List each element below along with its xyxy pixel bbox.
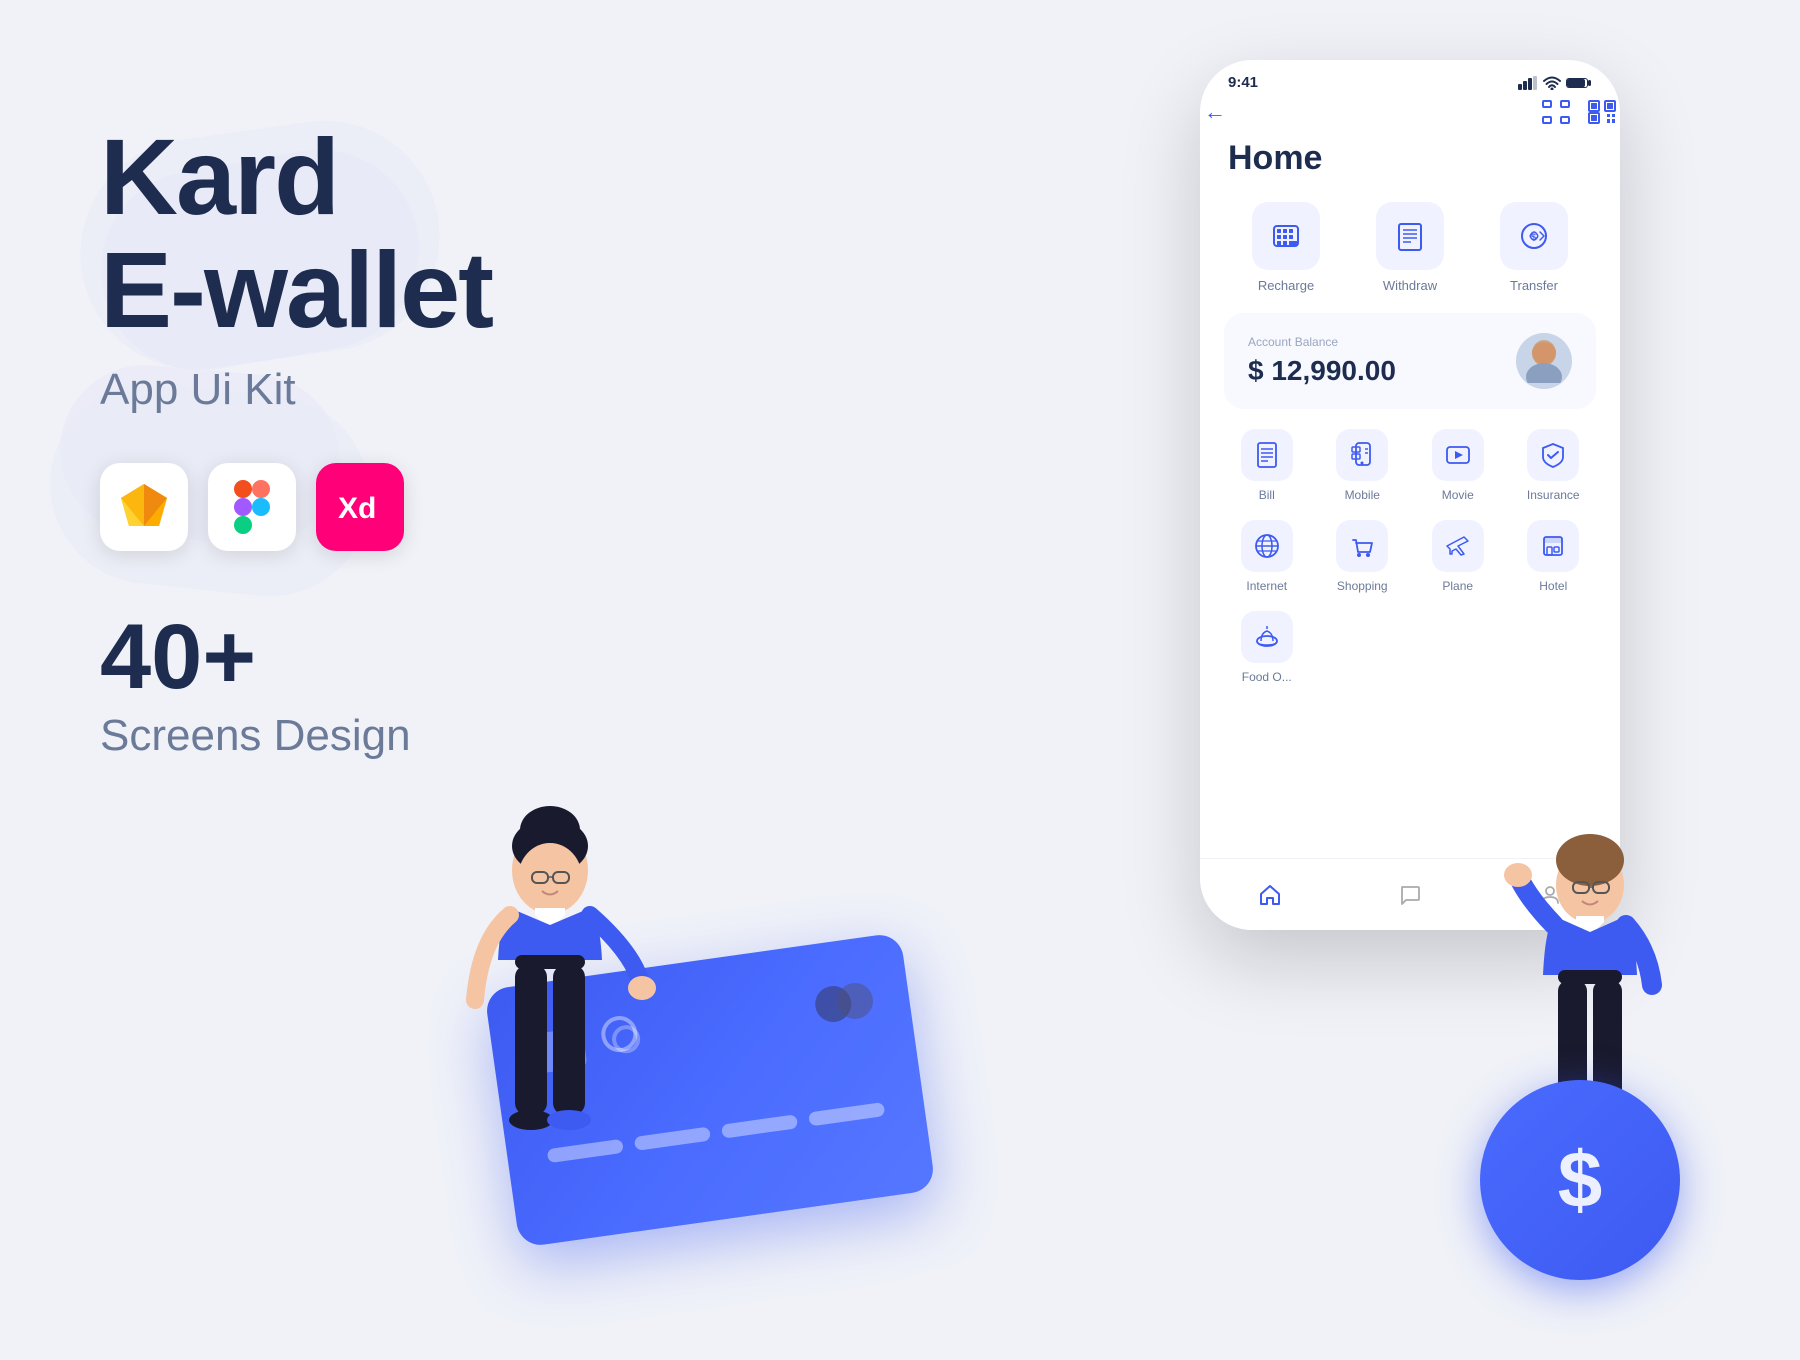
woman-figure: [420, 800, 680, 1300]
user-avatar: [1516, 333, 1572, 389]
movie-icon-box: [1432, 429, 1484, 481]
hotel-label: Hotel: [1539, 579, 1567, 593]
shopping-icon-box: [1336, 520, 1388, 572]
xd-icon-box: Xd: [316, 463, 404, 551]
mobile-label: Mobile: [1345, 488, 1380, 502]
nav-home[interactable]: [1258, 883, 1282, 907]
status-time: 9:41: [1228, 74, 1258, 91]
qr-icon[interactable]: [1588, 100, 1616, 124]
balance-card: Account Balance $ 12,990.00: [1224, 313, 1596, 409]
svg-text:$: $: [1531, 232, 1536, 242]
movie-label: Movie: [1442, 488, 1474, 502]
screens-label: Screens Design: [100, 711, 720, 761]
mobile-icon-box: [1336, 429, 1388, 481]
card-number-group-3: [721, 1114, 798, 1138]
service-hotel[interactable]: Hotel: [1511, 520, 1597, 593]
food-icon: [1253, 623, 1281, 651]
figma-icon-box: [208, 463, 296, 551]
food-icon-box: [1241, 611, 1293, 663]
signal-icon: [1518, 76, 1538, 90]
plane-icon: [1444, 532, 1472, 560]
service-bill[interactable]: Bill: [1224, 429, 1310, 502]
transfer-icon: $: [1518, 220, 1550, 252]
nav-row: ←: [1200, 99, 1620, 125]
withdraw-icon: [1394, 220, 1426, 252]
plane-icon-box: [1432, 520, 1484, 572]
shopping-icon: [1348, 532, 1376, 560]
scan-icon[interactable]: [1542, 100, 1570, 124]
dollar-sign: $: [1558, 1134, 1603, 1226]
movie-icon: [1444, 441, 1472, 469]
recharge-icon-box: [1252, 202, 1320, 270]
service-plane[interactable]: Plane: [1415, 520, 1501, 593]
brand-title: Kard E-wallet: [100, 120, 720, 347]
figma-icon: [234, 480, 270, 534]
insurance-icon-box: [1527, 429, 1579, 481]
withdraw-icon-box: [1376, 202, 1444, 270]
figure-left: [420, 800, 680, 1300]
recharge-label: Recharge: [1258, 278, 1314, 293]
nav-home-icon: [1258, 883, 1282, 907]
bill-label: Bill: [1259, 488, 1275, 502]
tool-icons-row: Xd: [100, 463, 720, 551]
screens-count: 40+: [100, 611, 720, 703]
service-internet[interactable]: Internet: [1224, 520, 1310, 593]
app-subtitle: App Ui Kit: [100, 365, 720, 415]
transfer-icon-box: $: [1500, 202, 1568, 270]
action-transfer[interactable]: $ Transfer: [1500, 202, 1568, 293]
hotel-icon: [1539, 532, 1567, 560]
food-label: Food O...: [1242, 670, 1292, 684]
internet-icon-box: [1241, 520, 1293, 572]
hotel-icon-box: [1527, 520, 1579, 572]
nav-chat[interactable]: [1398, 883, 1422, 907]
bill-icon-box: [1241, 429, 1293, 481]
balance-label: Account Balance: [1248, 335, 1396, 349]
nav-right-icons: [1542, 100, 1616, 124]
action-recharge[interactable]: Recharge: [1252, 202, 1320, 293]
brand-line2: E-wallet: [100, 233, 720, 346]
quick-actions: Recharge Withdraw: [1224, 202, 1596, 293]
back-arrow-icon[interactable]: ←: [1204, 99, 1226, 125]
sketch-icon-box: [100, 463, 188, 551]
nav-chat-icon: [1398, 883, 1422, 907]
service-insurance[interactable]: Insurance: [1511, 429, 1597, 502]
svg-text:Xd: Xd: [338, 492, 376, 525]
services-grid: Bill Mobile: [1224, 429, 1596, 684]
battery-icon: [1566, 76, 1592, 90]
home-section: Home: [1200, 139, 1620, 684]
plane-label: Plane: [1442, 579, 1473, 593]
avatar-image: [1524, 339, 1564, 383]
card-number-group-4: [808, 1102, 885, 1126]
balance-amount: $ 12,990.00: [1248, 355, 1396, 387]
withdraw-label: Withdraw: [1383, 278, 1437, 293]
insurance-label: Insurance: [1527, 488, 1580, 502]
service-mobile[interactable]: Mobile: [1320, 429, 1406, 502]
service-shopping[interactable]: Shopping: [1320, 520, 1406, 593]
wifi-icon: [1543, 76, 1561, 90]
recharge-icon: [1270, 220, 1302, 252]
home-title: Home: [1224, 139, 1596, 178]
left-panel: Kard E-wallet App Ui Kit: [100, 120, 720, 761]
phone-mockup: 9:41: [1200, 60, 1620, 930]
dollar-coin: $: [1480, 1080, 1680, 1280]
shopping-label: Shopping: [1337, 579, 1388, 593]
brand-line1: Kard: [100, 120, 720, 233]
status-icons: [1518, 76, 1592, 90]
service-food[interactable]: Food O...: [1224, 611, 1310, 684]
balance-info: Account Balance $ 12,990.00: [1248, 335, 1396, 387]
service-movie[interactable]: Movie: [1415, 429, 1501, 502]
transfer-label: Transfer: [1510, 278, 1558, 293]
sketch-icon: [117, 480, 171, 534]
status-bar: 9:41: [1200, 60, 1620, 99]
phone-frame: 9:41: [1200, 60, 1620, 930]
bill-icon: [1253, 441, 1281, 469]
xd-icon: Xd: [334, 488, 386, 526]
internet-label: Internet: [1246, 579, 1287, 593]
mobile-icon: [1348, 441, 1376, 469]
insurance-icon: [1539, 441, 1567, 469]
action-withdraw[interactable]: Withdraw: [1376, 202, 1444, 293]
internet-icon: [1253, 532, 1281, 560]
